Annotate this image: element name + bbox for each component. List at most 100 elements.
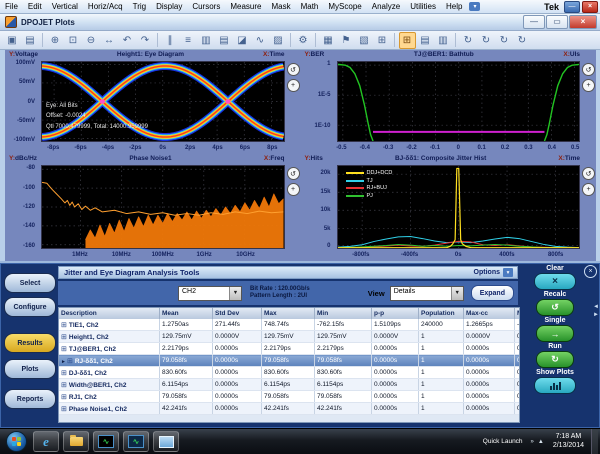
menu-vertical[interactable]: Vertical	[47, 1, 83, 13]
menu-file[interactable]: File	[0, 1, 23, 13]
summary-table-icon[interactable]: ▦	[320, 32, 337, 49]
spectrum-icon[interactable]: ∿	[252, 32, 269, 49]
expand-row-icon[interactable]: ⊞	[61, 370, 67, 377]
scope-app-taskbar-icon[interactable]: ∿	[93, 431, 119, 452]
plot-zoom-in-icon[interactable]: +	[582, 79, 595, 92]
menu-trig[interactable]: Trig	[128, 1, 151, 13]
grid-toggle-icon[interactable]: ⊞	[374, 32, 391, 49]
cursor-horizontal-icon[interactable]: ≡	[180, 32, 197, 49]
menu-cursors[interactable]: Cursors	[187, 1, 225, 13]
nav-results[interactable]: Results	[4, 333, 56, 353]
plot-zoom-reset-icon[interactable]: ↺	[287, 167, 300, 180]
marker-flag-icon[interactable]: ⚑	[338, 32, 355, 49]
app-minimize-button[interactable]: —	[564, 1, 580, 13]
menu-math[interactable]: Math	[296, 1, 324, 13]
configure-wrench-icon[interactable]: ⚙	[295, 32, 312, 49]
zoom-out-icon[interactable]: ⊖	[83, 32, 100, 49]
zoom-region-icon[interactable]: ⊡	[65, 32, 82, 49]
menu-utilities[interactable]: Utilities	[405, 1, 441, 13]
table-row[interactable]: ⊞TJ@BER1, Ch22.2179ps0.0000s2.2179ps2.21…	[59, 343, 520, 355]
show-desktop-button[interactable]	[591, 429, 598, 454]
print-icon[interactable]: ▤	[22, 32, 39, 49]
dpojet-taskbar-icon[interactable]: ∿	[123, 431, 149, 452]
table-row[interactable]: ⊞Height1, Ch2129.75mV0.0000V129.75mV129.…	[59, 331, 520, 343]
histogram-vertical-icon[interactable]: ▥	[198, 32, 215, 49]
plot-zoom-reset-icon[interactable]: ↺	[582, 63, 595, 76]
plot-zoom-in-icon[interactable]: +	[287, 183, 300, 196]
run-button[interactable]: ↻	[536, 351, 574, 368]
cursor-vertical-icon[interactable]: ∥	[162, 32, 179, 49]
expand-row-icon[interactable]: ⊞	[61, 334, 67, 341]
plot-zoom-in-icon[interactable]: +	[287, 79, 300, 92]
window-minimize-button[interactable]: —	[523, 15, 545, 29]
overlay-icon[interactable]: ▨	[270, 32, 287, 49]
window-restore-button[interactable]: ▭	[546, 15, 568, 29]
menu-myscope[interactable]: MyScope	[323, 1, 366, 13]
menu-mask[interactable]: Mask	[266, 1, 295, 13]
table-row[interactable]: ⊞DJ-δδ1, Ch2830.60fs0.0000s830.60fs830.6…	[59, 367, 520, 379]
single-button[interactable]: →	[536, 325, 574, 342]
recalc-button[interactable]: ↺	[536, 299, 574, 316]
zoom-undo-icon[interactable]: ↶	[119, 32, 136, 49]
window-close-button[interactable]: ×	[569, 15, 597, 29]
menu-analyze[interactable]: Analyze	[367, 1, 405, 13]
layout-split-icon[interactable]: ▥	[435, 32, 452, 49]
menu-help[interactable]: Help	[441, 1, 467, 13]
nav-configure[interactable]: Configure	[4, 297, 56, 317]
clear-button[interactable]: ×	[534, 273, 576, 290]
table-row[interactable]: ⊞Width@BER1, Ch26.1154ps0.0000s6.1154ps6…	[59, 379, 520, 391]
window-app-taskbar-icon[interactable]	[153, 431, 179, 452]
expand-row-icon[interactable]: ⊞	[61, 322, 67, 329]
expand-row-icon[interactable]: ⊞	[61, 346, 67, 353]
plot-zoom-reset-icon[interactable]: ↺	[287, 63, 300, 76]
expand-row-icon[interactable]: ⊞	[67, 358, 73, 365]
annotate-icon[interactable]: ▧	[356, 32, 373, 49]
histogram-horizontal-icon[interactable]: ▤	[216, 32, 233, 49]
show-plots-button[interactable]	[534, 377, 576, 394]
mask-test-icon[interactable]: ◪	[234, 32, 251, 49]
save-icon[interactable]: ▣	[4, 32, 21, 49]
start-button[interactable]	[6, 431, 27, 452]
menu-horiz-acq[interactable]: Horiz/Acq	[83, 1, 128, 13]
nav-select[interactable]: Select	[4, 273, 56, 293]
taskbar-clock[interactable]: 7:18 AM 2/13/2014	[553, 433, 584, 450]
explorer-taskbar-icon[interactable]	[63, 431, 89, 452]
refresh-plot-4-icon[interactable]: ↻	[514, 32, 531, 49]
chevrons-icon[interactable]: »	[531, 439, 534, 445]
pan-icon[interactable]: ↔	[101, 32, 118, 49]
refresh-plot-3-icon[interactable]: ↻	[496, 32, 513, 49]
chevron-down-icon[interactable]: ▼	[229, 287, 241, 300]
menu-display[interactable]: Display	[151, 1, 187, 13]
rail-scroll-arrows[interactable]: ◄►	[593, 303, 599, 319]
zoom-redo-icon[interactable]: ↷	[137, 32, 154, 49]
rail-arrow-icon[interactable]: ◄	[593, 303, 599, 311]
app-close-button[interactable]: ×	[582, 1, 598, 13]
menu-edit[interactable]: Edit	[23, 1, 47, 13]
zoom-in-icon[interactable]: ⊕	[47, 32, 64, 49]
plot-zoom-in-icon[interactable]: +	[582, 183, 595, 196]
layout-list-icon[interactable]: ▤	[417, 32, 434, 49]
source-select[interactable]: CH2 ▼	[178, 286, 242, 301]
options-dropdown-icon[interactable]: ▾	[503, 268, 513, 277]
table-row[interactable]: ⊞TIE1, Ch21.2750as271.44fs748.74fs-762.1…	[59, 319, 520, 331]
expand-button[interactable]: Expand	[471, 285, 514, 301]
table-row[interactable]: ►⊞RJ-δδ1, Ch279.058fs0.0000s79.058fs79.0…	[59, 355, 520, 367]
view-select[interactable]: Details ▼	[390, 286, 464, 301]
expand-row-icon[interactable]: ⊞	[61, 382, 67, 389]
expand-row-icon[interactable]: ⊞	[61, 406, 67, 413]
table-row[interactable]: ⊞Phase Noise1, Ch242.241fs0.0000s42.241f…	[59, 403, 520, 415]
menu-overflow-icon[interactable]: ▾	[469, 2, 480, 11]
nav-reports[interactable]: Reports	[4, 389, 56, 409]
ie-taskbar-icon[interactable]: e	[33, 431, 59, 452]
layout-grid-icon[interactable]: ⊞	[399, 32, 416, 49]
tray-expand-icon[interactable]: ▲	[538, 439, 544, 445]
menu-measure[interactable]: Measure	[225, 1, 266, 13]
expand-row-icon[interactable]: ⊞	[61, 394, 67, 401]
table-row[interactable]: ⊞RJ1, Ch279.058fs0.0000s79.058fs79.058fs…	[59, 391, 520, 403]
refresh-plot-1-icon[interactable]: ↻	[460, 32, 477, 49]
rail-arrow-icon[interactable]: ►	[593, 311, 599, 319]
nav-plots[interactable]: Plots	[4, 359, 56, 379]
refresh-plot-2-icon[interactable]: ↻	[478, 32, 495, 49]
chevron-down-icon[interactable]: ▼	[451, 287, 463, 300]
plot-zoom-reset-icon[interactable]: ↺	[582, 167, 595, 180]
